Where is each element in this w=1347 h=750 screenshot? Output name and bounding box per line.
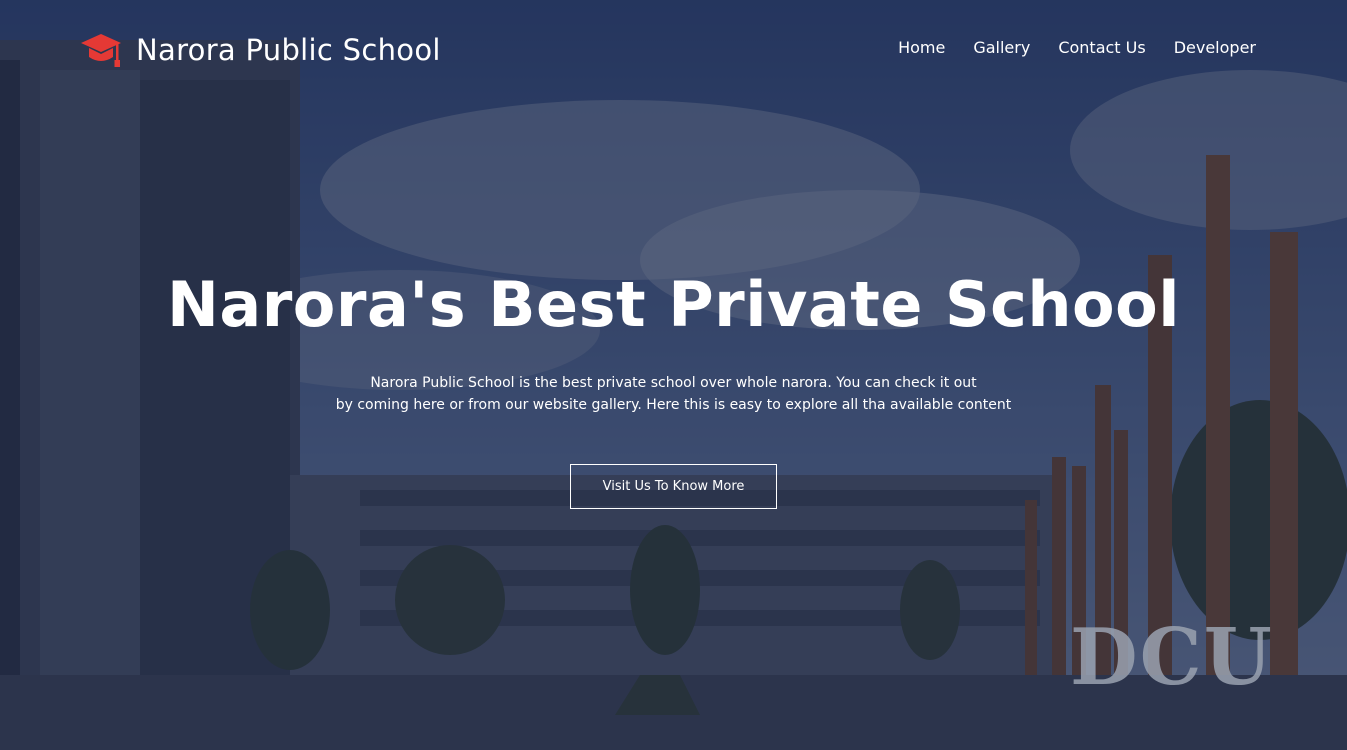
graduation-cap-icon bbox=[81, 34, 121, 67]
hero-description: Narora Public School is the best private… bbox=[0, 372, 1347, 416]
nav-item-developer[interactable]: Developer bbox=[1174, 38, 1256, 57]
brand-logo[interactable]: Narora Public School bbox=[80, 30, 441, 70]
brand-name: Narora Public School bbox=[136, 33, 441, 67]
navbar: Narora Public School Home Gallery Contac… bbox=[0, 0, 1347, 96]
visit-us-button[interactable]: Visit Us To Know More bbox=[570, 464, 777, 509]
hero-description-line-1: Narora Public School is the best private… bbox=[370, 375, 977, 391]
nav-item-contact-us[interactable]: Contact Us bbox=[1058, 38, 1145, 57]
campus-sign-text: DCU bbox=[1070, 612, 1274, 703]
nav-item-gallery[interactable]: Gallery bbox=[973, 38, 1030, 57]
hero-description-line-2: by coming here or from our website galle… bbox=[335, 397, 1012, 413]
nav-item-home[interactable]: Home bbox=[898, 38, 945, 57]
hero-title: Narora's Best Private School bbox=[167, 268, 1180, 341]
main-navigation: Home Gallery Contact Us Developer bbox=[898, 38, 1256, 57]
